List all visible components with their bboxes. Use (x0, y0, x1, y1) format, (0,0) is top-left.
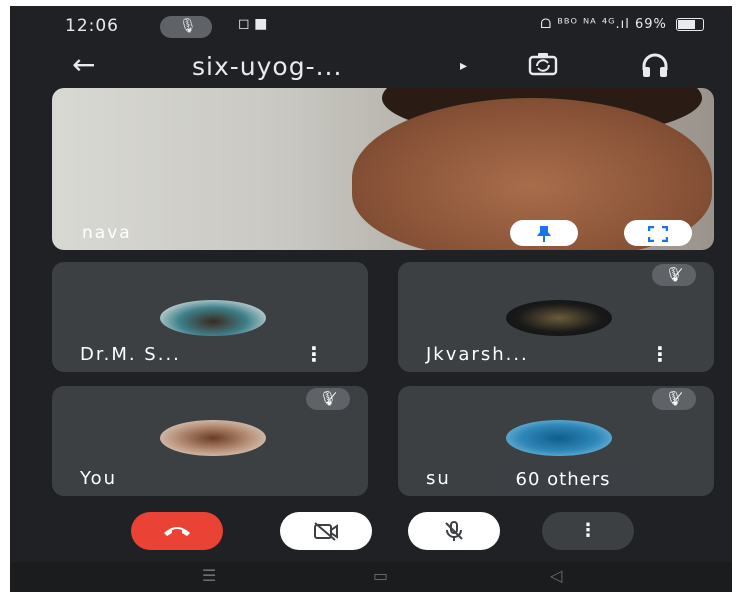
participant-name: Dr.M. S... (80, 344, 181, 365)
phone-screen: 12:06 🎙︎ ◻ ■ ᗝ ᴮᴮᴼ ᴺᴬ ⁴ᴳ.ıl 69% ← six-uy… (10, 6, 732, 592)
pin-button[interactable] (510, 220, 578, 246)
end-call-icon (164, 527, 190, 536)
participant-tile[interactable]: 🎙︎̸ Jkvarsh... ⋮ (398, 262, 714, 372)
recents-icon[interactable]: ☰ (202, 566, 216, 585)
participant-tile[interactable]: 🎙︎̸ su 60 others (398, 386, 714, 496)
mic-muted-icon: 🎙︎̸ (652, 388, 696, 410)
end-call-button[interactable] (131, 512, 223, 550)
battery-icon (676, 18, 704, 31)
main-participant-name: nava (82, 223, 132, 243)
mic-muted-icon: 🎙︎̸ (306, 388, 350, 410)
more-options-icon[interactable]: ⋮ (650, 342, 670, 366)
switch-camera-icon[interactable] (528, 52, 558, 76)
participant-tile[interactable]: Dr.M. S... ⋮ (52, 262, 368, 372)
system-nav-bar: ☰ ▭ ◁ (10, 562, 732, 592)
more-vert-icon: ⋮ (579, 520, 597, 541)
more-actions-button[interactable]: ⋮ (542, 512, 634, 550)
mic-muted-icon: 🎙︎̸ (652, 264, 696, 286)
participant-avatar (160, 300, 266, 336)
mic-toggle-button[interactable] (408, 512, 500, 550)
others-count-badge[interactable]: 60 others (488, 464, 638, 496)
status-bar: 12:06 🎙︎ ◻ ■ ᗝ ᴮᴮᴼ ᴺᴬ ⁴ᴳ.ıl 69% (10, 6, 732, 46)
camera-indicator-icon: ◻ ■ (238, 16, 268, 32)
fullscreen-icon (647, 225, 669, 242)
participant-avatar (506, 300, 612, 336)
home-icon[interactable]: ▭ (373, 566, 388, 585)
more-options-icon[interactable]: ⋮ (304, 342, 324, 366)
self-avatar (160, 420, 266, 456)
back-triangle-icon[interactable]: ◁ (550, 566, 562, 585)
app-bar: ← six-uyog-... ▸ (10, 46, 732, 92)
call-controls: ⋮ (10, 512, 732, 558)
status-time: 12:06 (65, 16, 119, 36)
meeting-title[interactable]: six-uyog-... (192, 52, 342, 81)
mic-active-indicator: 🎙︎ (160, 16, 212, 38)
pin-icon (537, 225, 551, 242)
self-name: You (80, 468, 118, 489)
status-right: ᗝ ᴮᴮᴼ ᴺᴬ ⁴ᴳ.ıl 69% (540, 17, 704, 32)
participant-name: su (426, 468, 451, 489)
participant-avatar (506, 420, 612, 456)
main-video-tile[interactable]: nava (52, 88, 714, 250)
status-right-text: ᗝ ᴮᴮᴼ ᴺᴬ ⁴ᴳ.ıl 69% (540, 17, 667, 32)
camera-toggle-button[interactable] (280, 512, 372, 550)
fullscreen-button[interactable] (624, 220, 692, 246)
camera-off-icon (314, 522, 338, 541)
participant-tile-self[interactable]: 🎙︎̸ You (52, 386, 368, 496)
participant-name: Jkvarsh... (426, 344, 529, 365)
mic-icon: 🎙︎ (179, 18, 197, 34)
back-arrow-icon[interactable]: ← (72, 48, 95, 81)
mic-off-icon (445, 521, 463, 541)
headphones-icon[interactable] (640, 52, 670, 78)
caret-right-icon[interactable]: ▸ (460, 58, 467, 74)
